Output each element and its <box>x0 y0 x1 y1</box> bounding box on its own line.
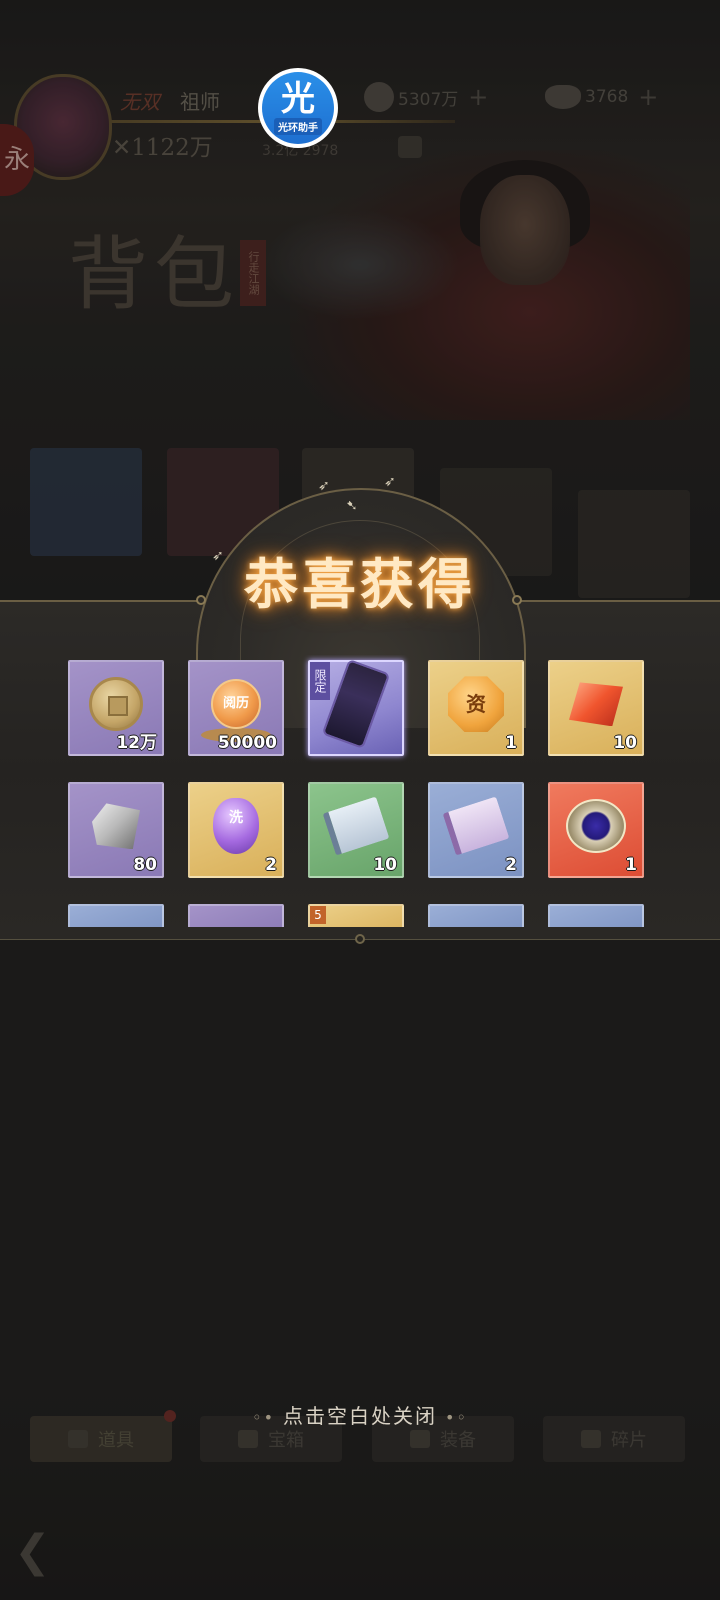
assistant-badge[interactable]: 光 光环助手 <box>258 68 338 148</box>
close-hint[interactable]: ◦• 点击空白处关闭 •◦ <box>0 1400 720 1429</box>
reward-item-partial[interactable] <box>68 904 164 927</box>
item-count: 10 <box>613 733 637 753</box>
purple-book-icon <box>442 796 510 856</box>
reward-item-stone[interactable]: 80 <box>68 782 164 878</box>
panel-divider <box>515 600 720 602</box>
item-count: 10 <box>373 855 397 875</box>
green-book-icon <box>322 796 390 856</box>
copper-coin-icon <box>89 677 143 732</box>
ornament-icon: ◦• <box>252 1408 275 1427</box>
reward-item-amulet[interactable]: 1 <box>548 782 644 878</box>
reward-item-experience[interactable]: 阅历 50000 <box>188 660 284 756</box>
amulet-icon <box>566 799 626 854</box>
limited-tag: 限定 <box>310 662 330 700</box>
reward-item-green-book[interactable]: 10 <box>308 782 404 878</box>
reward-grid[interactable]: 12万 阅历 50000 限定 资 1 10 80 洗 2 10 2 1 5 <box>60 655 660 927</box>
reward-item-purple-book[interactable]: 2 <box>428 782 524 878</box>
ornament-icon: •◦ <box>445 1408 468 1427</box>
reward-item-partial[interactable] <box>548 904 644 927</box>
item-count: 2 <box>505 855 517 875</box>
item-count: 12万 <box>116 733 157 753</box>
assistant-label: 光环助手 <box>274 118 322 135</box>
reward-item-limited[interactable]: 限定 <box>308 659 404 756</box>
gold-seal-icon: 资 <box>448 676 504 733</box>
item-count: 50000 <box>217 733 277 753</box>
item-level-badge: 5 <box>310 906 326 924</box>
item-count: 2 <box>265 855 277 875</box>
reward-title: 恭喜获得 <box>244 552 476 616</box>
item-count: 1 <box>505 733 517 753</box>
bird-icon: ➶ <box>318 478 330 494</box>
red-gem-icon <box>569 682 623 727</box>
reward-item-partial[interactable] <box>428 904 524 927</box>
item-count: 1 <box>625 855 637 875</box>
reward-item-seal[interactable]: 资 1 <box>428 660 524 756</box>
reward-item-wash-stone[interactable]: 洗 2 <box>188 782 284 878</box>
close-hint-label: 点击空白处关闭 <box>283 1404 437 1428</box>
item-count: 80 <box>133 855 157 875</box>
reward-item-partial[interactable] <box>188 904 284 927</box>
reward-item-red-gem[interactable]: 10 <box>548 660 644 756</box>
reward-item-partial[interactable]: 5 <box>308 904 404 927</box>
bird-icon: ➶ <box>384 474 396 490</box>
ornament-dot <box>196 595 206 605</box>
stone-icon <box>92 803 140 850</box>
ornament-dot <box>355 934 365 944</box>
experience-orb-icon: 阅历 <box>211 679 261 730</box>
panel-divider <box>0 600 205 602</box>
purple-stone-icon: 洗 <box>213 798 259 855</box>
reward-item-copper[interactable]: 12万 <box>68 660 164 756</box>
limited-scroll-icon <box>321 659 391 750</box>
bird-icon: ➷ <box>346 498 358 514</box>
assistant-logo-icon: 光 光环助手 <box>262 72 334 144</box>
assistant-glyph: 光 <box>281 79 315 119</box>
ornament-dot <box>512 595 522 605</box>
